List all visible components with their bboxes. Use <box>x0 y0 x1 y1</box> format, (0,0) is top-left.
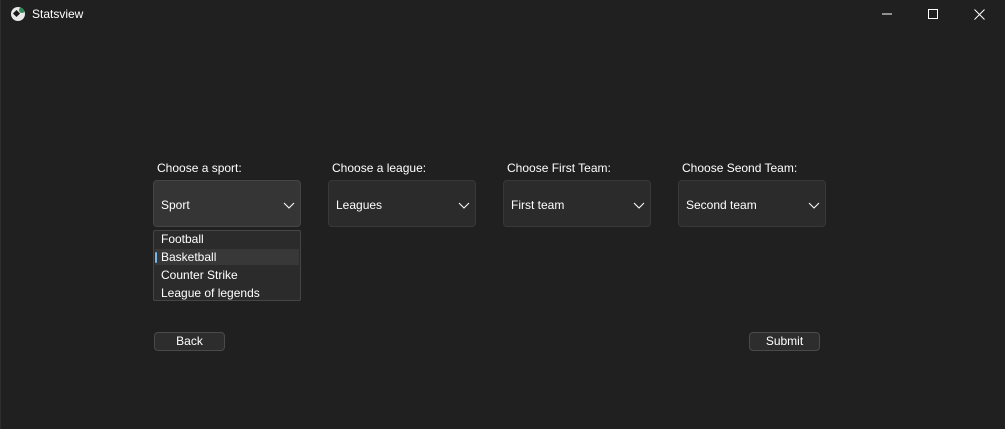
back-button[interactable]: Back <box>154 332 225 351</box>
chevron-down-icon <box>808 202 820 209</box>
league-select-value: Leagues <box>336 198 383 212</box>
minimize-button[interactable] <box>864 0 910 28</box>
first-team-select-value: First team <box>511 198 565 212</box>
sport-option-football[interactable]: Football <box>155 231 299 247</box>
soccer-ball-icon <box>11 7 25 21</box>
close-icon <box>973 8 985 20</box>
first-team-label: Choose First Team: <box>507 161 611 175</box>
sport-label: Choose a sport: <box>157 161 242 175</box>
close-button[interactable] <box>956 0 1002 28</box>
sport-select[interactable]: Sport <box>153 180 301 227</box>
main-window: Statsview Choose a sport: Choose a leagu… <box>0 0 1005 429</box>
second-team-select-value: Second team <box>686 198 757 212</box>
second-team-select[interactable]: Second team <box>678 180 826 227</box>
league-label: Choose a league: <box>332 161 427 175</box>
sport-option-league-of-legends[interactable]: League of legends <box>155 285 299 301</box>
first-team-select[interactable]: First team <box>503 180 651 227</box>
sport-option-counter-strike[interactable]: Counter Strike <box>155 267 299 283</box>
league-select[interactable]: Leagues <box>328 180 476 227</box>
sport-option-basketball[interactable]: Basketball <box>155 249 299 265</box>
chevron-down-icon <box>283 202 295 209</box>
maximize-icon <box>928 9 938 19</box>
sport-dropdown-list: Football Basketball Counter Strike Leagu… <box>153 230 301 301</box>
chevron-down-icon <box>458 202 470 209</box>
title-bar[interactable]: Statsview <box>1 0 1005 28</box>
submit-button[interactable]: Submit <box>749 332 820 351</box>
second-team-label: Choose Seond Team: <box>682 161 798 175</box>
window-title: Statsview <box>32 7 84 21</box>
sport-select-value: Sport <box>161 198 190 212</box>
minimize-icon <box>882 13 892 15</box>
maximize-button[interactable] <box>910 0 956 28</box>
chevron-down-icon <box>633 202 645 209</box>
